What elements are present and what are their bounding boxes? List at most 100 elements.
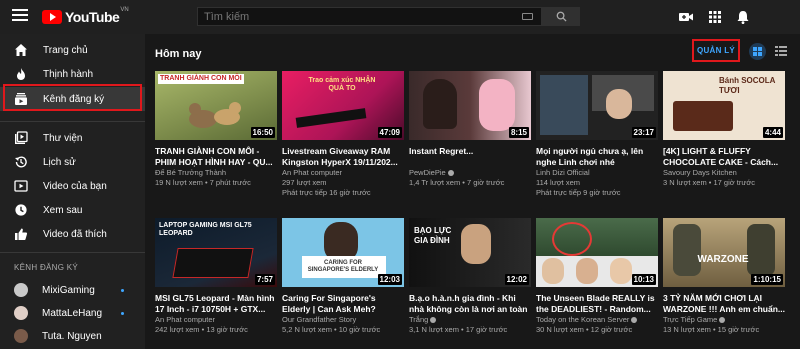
video-title[interactable]: Mọi người ngủ chưa ạ, lên nghe Linh chơi…: [536, 146, 658, 168]
sidebar-item-trending[interactable]: Thịnh hành: [0, 62, 145, 86]
video-title[interactable]: The Unseen Blade REALLY is the DEADLIEST…: [536, 293, 658, 315]
channel-name-text: Trực Tiếp Game: [663, 315, 718, 324]
search-input[interactable]: [197, 7, 542, 26]
channel-name[interactable]: PewDiePie: [409, 168, 531, 178]
sidebar-item-subscriptions[interactable]: Kênh đăng ký: [0, 87, 145, 111]
video-card[interactable]: WARZONE 1:10:15 3 TỶ NĂM MỚI CHƠI LẠI WA…: [663, 218, 785, 335]
youtube-play-icon: [42, 10, 62, 24]
video-duration: 10:13: [631, 274, 656, 285]
video-card[interactable]: LAPTOP GAMING MSI GL75 LEOPARD 7:57 MSI …: [155, 218, 277, 335]
channel-name[interactable]: Trắng: [409, 315, 531, 325]
video-title[interactable]: MSI GL75 Leopard - Màn hình 17 Inch - i7…: [155, 293, 277, 315]
video-thumbnail[interactable]: TRANH GIÀNH CON MÔI 16:50: [155, 71, 277, 140]
person-figure: [479, 79, 515, 131]
keyboard-icon[interactable]: [522, 13, 533, 20]
sidebar-item-history[interactable]: Lịch sử: [0, 150, 145, 174]
channel-name[interactable]: Để Bé Trưởng Thành: [155, 168, 277, 178]
sidebar-item-label: Thịnh hành: [43, 68, 94, 80]
channel-name[interactable]: Savoury Days Kitchen: [663, 168, 785, 178]
subscription-channel[interactable]: MattaLeHang: [0, 302, 145, 324]
sidebar-item-your-videos[interactable]: Video của bạn: [0, 174, 145, 198]
grid-view-button[interactable]: [749, 43, 766, 60]
video-stats: 3,1 N lượt xem • 17 giờ trước: [409, 325, 508, 334]
main-content: Hôm nay QUẢN LÝ TRANH GIÀNH CON MÔI 16:5…: [145, 34, 800, 349]
verified-check-icon: [719, 317, 726, 324]
sidebar-item-liked-videos[interactable]: Video đã thích: [0, 222, 145, 246]
channel-name[interactable]: An Phat computer: [155, 315, 277, 325]
youtube-logo[interactable]: YouTube VN: [42, 7, 129, 26]
channel-name[interactable]: Our Grandfather Story: [282, 315, 404, 325]
channel-name-text: Today on the Korean Server: [536, 315, 630, 324]
video-duration: 12:03: [377, 274, 402, 285]
channel-name[interactable]: Trực Tiếp Game: [663, 315, 785, 325]
channel-name[interactable]: Linh Dizi Official: [536, 168, 658, 178]
sidebar-item-home[interactable]: Trang chủ: [0, 38, 145, 62]
sidebar-item-library[interactable]: Thư viện: [0, 126, 145, 150]
cartoon-animals-art: [189, 102, 241, 128]
thumbnail-text: TRANH GIÀNH CON MÔI: [158, 74, 244, 84]
video-card[interactable]: 23:17 Mọi người ngủ chưa ạ, lên nghe Lin…: [536, 71, 658, 198]
video-title[interactable]: Livestream Giveaway RAM Kingston HyperX …: [282, 146, 404, 168]
manage-button[interactable]: QUẢN LÝ: [692, 39, 740, 62]
cake-art: [673, 101, 733, 131]
person-figure: [542, 258, 564, 284]
video-title[interactable]: B.ạ.o h.à.n.h gia đình - Khi nhà không c…: [409, 293, 531, 315]
video-card[interactable]: Bánh SOCOLA TƯƠI 4:44 [4K] LIGHT & FLUFF…: [663, 71, 785, 188]
avatar: [14, 306, 28, 320]
grid-view-icon: [753, 47, 762, 56]
subscription-channel[interactable]: MixiGaming: [0, 279, 145, 301]
person-figure: [423, 79, 457, 129]
thumbs-up-icon: [15, 228, 28, 240]
video-thumbnail[interactable]: 10:13: [536, 218, 658, 287]
channel-name: MixiGaming: [42, 284, 95, 296]
search-button[interactable]: [542, 7, 580, 26]
video-card[interactable]: 10:13 The Unseen Blade REALLY is the DEA…: [536, 218, 658, 335]
highlight-circle: [552, 222, 592, 256]
subscription-channel[interactable]: Tuta. Nguyen: [0, 325, 145, 347]
divider: [0, 252, 145, 253]
video-title[interactable]: TRANH GIÀNH CON MÔI - PHIM HOẠT HÌNH HAY…: [155, 146, 277, 168]
video-title[interactable]: Caring For Singapore's Elderly | Can Ask…: [282, 293, 404, 315]
video-stats: 19 N lượt xem • 7 phút trước: [155, 178, 251, 187]
video-thumbnail[interactable]: 8:15: [409, 71, 531, 140]
video-title[interactable]: 3 TỶ NĂM MỚI CHƠI LẠI WARZONE !!! Anh em…: [663, 293, 785, 315]
video-thumbnail[interactable]: Bánh SOCOLA TƯƠI 4:44: [663, 71, 785, 140]
soldier-figure: [673, 224, 701, 276]
video-thumbnail[interactable]: 23:17: [536, 71, 658, 140]
video-card[interactable]: CARING FOR SINGAPORE'S ELDERLY 12:03 Car…: [282, 218, 404, 335]
video-card[interactable]: TRANH GIÀNH CON MÔI 16:50 TRANH GIÀNH CO…: [155, 71, 277, 188]
video-thumbnail[interactable]: CARING FOR SINGAPORE'S ELDERLY 12:03: [282, 218, 404, 287]
video-thumbnail[interactable]: BẠO LỰC GIA ĐÌNH 12:02: [409, 218, 531, 287]
video-stats: 5,2 N lượt xem • 10 giờ trước: [282, 325, 381, 334]
sidebar-item-label: Kênh đăng ký: [43, 93, 105, 105]
person-figure: [461, 224, 491, 264]
sidebar-item-watch-later[interactable]: Xem sau: [0, 198, 145, 222]
library-icon: [15, 131, 28, 144]
channel-name: Tuta. Nguyen: [42, 330, 102, 342]
video-title[interactable]: Instant Regret...: [409, 146, 531, 168]
video-thumbnail[interactable]: Trao cảm xúc NHẬN QUÀ TO 47:09: [282, 71, 404, 140]
list-view-icon[interactable]: [774, 44, 788, 58]
video-card[interactable]: BẠO LỰC GIA ĐÌNH 12:02 B.ạ.o h.à.n.h gia…: [409, 218, 531, 335]
sidebar-item-label: Xem sau: [43, 204, 83, 216]
channel-name: MattaLeHang: [42, 307, 103, 319]
search-bar: [197, 7, 580, 26]
video-card[interactable]: 8:15 Instant Regret... PewDiePie 1,4 Tr …: [409, 71, 531, 188]
apps-grid-icon[interactable]: [707, 9, 723, 25]
video-stream-info: Phát trực tiếp 9 giờ trước: [536, 188, 621, 197]
video-title[interactable]: [4K] LIGHT & FLUFFY CHOCOLATE CAKE - Các…: [663, 146, 785, 168]
video-thumbnail[interactable]: WARZONE 1:10:15: [663, 218, 785, 287]
channel-name[interactable]: Today on the Korean Server: [536, 315, 658, 325]
video-duration: 4:44: [762, 127, 783, 138]
video-stats: 297 lượt xem: [282, 178, 327, 187]
logo-text: YouTube: [65, 9, 120, 25]
video-duration: 8:15: [508, 127, 529, 138]
subscriptions-icon: [15, 93, 27, 105]
notifications-bell-icon[interactable]: [735, 9, 751, 25]
channel-name[interactable]: An Phat computer: [282, 168, 404, 178]
hamburger-menu-icon[interactable]: [12, 9, 28, 23]
create-video-icon[interactable]: [678, 9, 694, 25]
video-thumbnail[interactable]: LAPTOP GAMING MSI GL75 LEOPARD 7:57: [155, 218, 277, 287]
video-card[interactable]: Trao cảm xúc NHẬN QUÀ TO 47:09 Livestrea…: [282, 71, 404, 198]
thumbnail-text: Bánh SOCOLA TƯƠI: [719, 76, 776, 95]
